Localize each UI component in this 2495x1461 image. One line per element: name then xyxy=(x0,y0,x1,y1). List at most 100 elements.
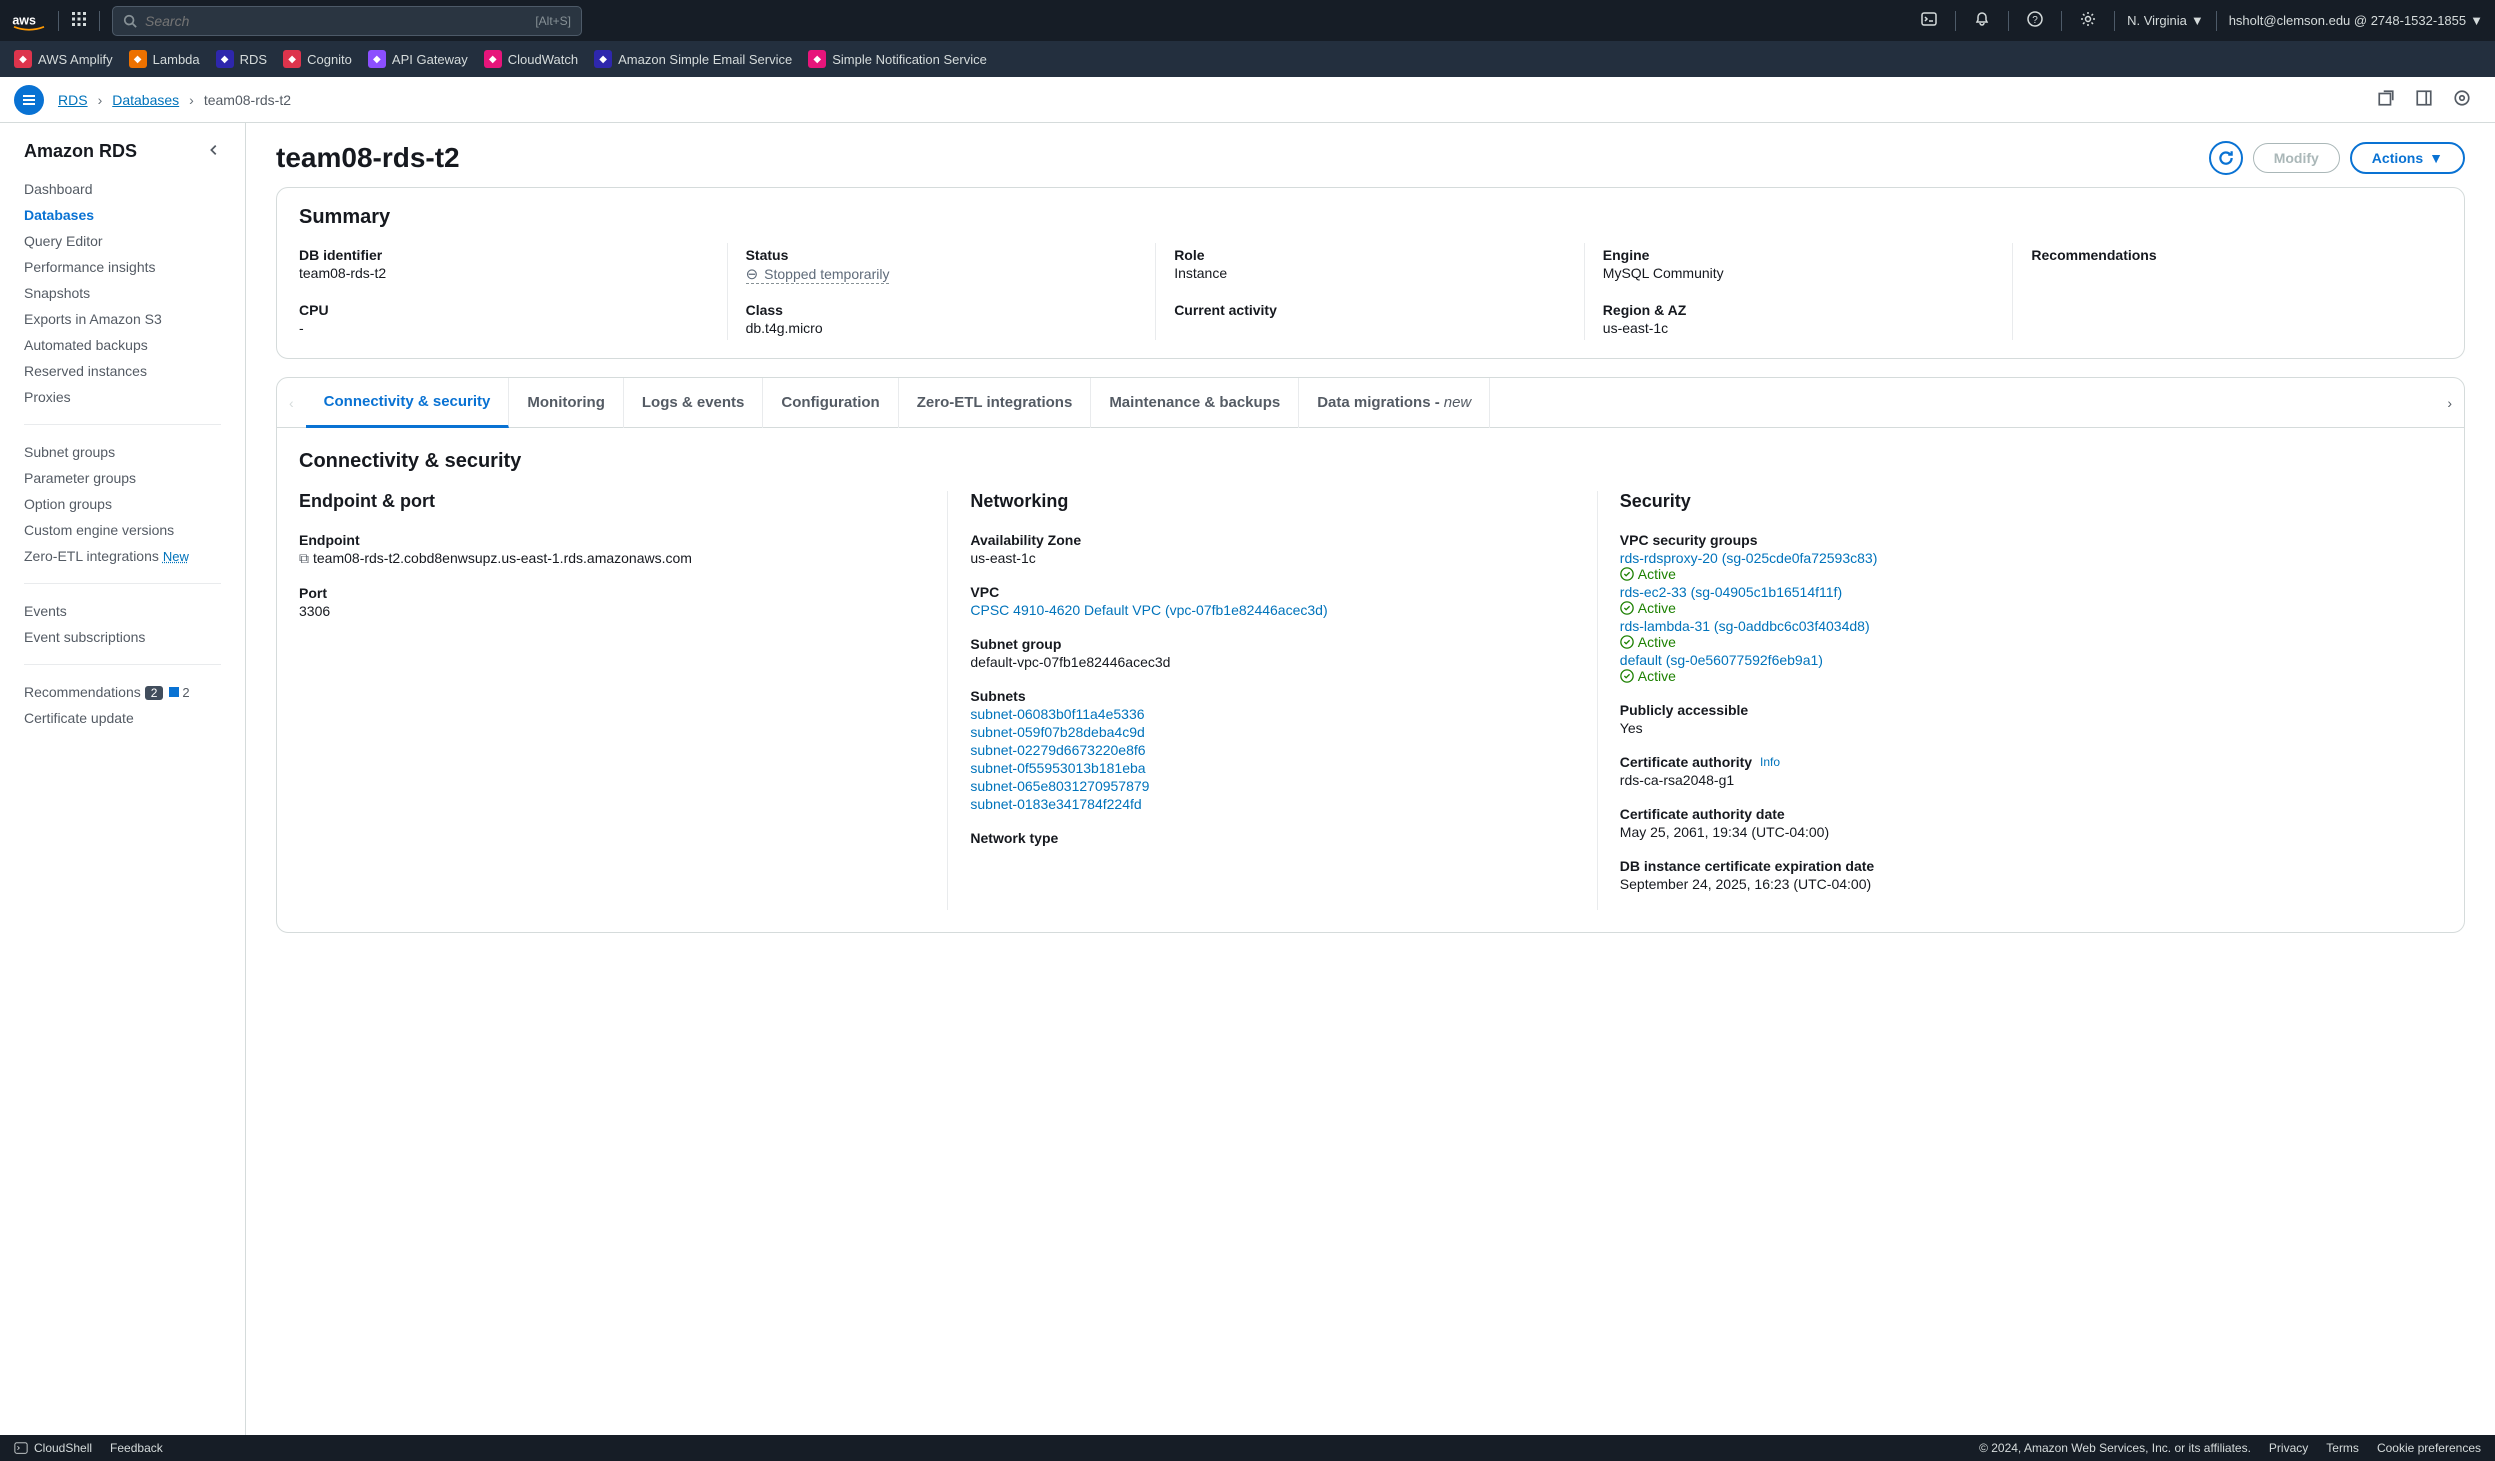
favorite-api-gateway[interactable]: ◆API Gateway xyxy=(368,50,468,68)
sidebar-item-proxies[interactable]: Proxies xyxy=(0,384,245,410)
summary-cell: DB identifierteam08-rds-t2 xyxy=(299,243,728,288)
breadcrumb-root[interactable]: RDS xyxy=(58,92,88,108)
network-type-label: Network type xyxy=(970,830,1574,846)
sidebar-item-certificate-update[interactable]: Certificate update xyxy=(0,705,245,731)
sidebar-item-zero-etl-integrations[interactable]: Zero-ETL integrationsNew xyxy=(0,543,245,569)
sidebar-collapse-icon[interactable] xyxy=(207,143,221,160)
sidebar: Amazon RDS DashboardDatabasesQuery Edito… xyxy=(0,123,246,1435)
sidebar-item-databases[interactable]: Databases xyxy=(0,202,245,228)
public-label: Publicly accessible xyxy=(1620,702,2442,718)
tab-scroll-right[interactable]: › xyxy=(2435,395,2464,411)
breadcrumb-parent[interactable]: Databases xyxy=(112,92,179,108)
sidebar-item-snapshots[interactable]: Snapshots xyxy=(0,280,245,306)
subnet-link[interactable]: subnet-0f55953013b181eba xyxy=(970,760,1574,776)
subnet-link[interactable]: subnet-059f07b28deba4c9d xyxy=(970,724,1574,740)
sidebar-item-custom-engine-versions[interactable]: Custom engine versions xyxy=(0,517,245,543)
tab-maintenance-backups[interactable]: Maintenance & backups xyxy=(1091,378,1299,428)
sidebar-item-dashboard[interactable]: Dashboard xyxy=(0,176,245,202)
breadcrumb-current: team08-rds-t2 xyxy=(204,92,291,108)
modify-button[interactable]: Modify xyxy=(2253,143,2340,173)
help-icon[interactable]: ? xyxy=(2021,5,2049,36)
vpc-sg-label: VPC security groups xyxy=(1620,532,2442,548)
actions-button[interactable]: Actions ▼ xyxy=(2350,142,2465,174)
main-content: team08-rds-t2 Modify Actions ▼ Summary D… xyxy=(246,123,2495,1435)
summary-cell: CPU- xyxy=(299,288,728,340)
summary-cell xyxy=(2013,288,2442,340)
footer: CloudShell Feedback © 2024, Amazon Web S… xyxy=(0,1435,2495,1461)
chevron-right-icon: › xyxy=(189,92,194,108)
copy-icon[interactable]: ⧉ xyxy=(299,550,309,566)
subnet-link[interactable]: subnet-065e8031270957879 xyxy=(970,778,1574,794)
preferences-icon[interactable] xyxy=(2443,83,2481,116)
sidebar-item-performance-insights[interactable]: Performance insights xyxy=(0,254,245,280)
panel-icon[interactable] xyxy=(2405,83,2443,116)
global-search[interactable]: [Alt+S] xyxy=(112,6,582,36)
sidebar-item-reserved-instances[interactable]: Reserved instances xyxy=(0,358,245,384)
tab-zero-etl-integrations[interactable]: Zero-ETL integrations xyxy=(899,378,1092,428)
az-label: Availability Zone xyxy=(970,532,1574,548)
favorite-cloudwatch[interactable]: ◆CloudWatch xyxy=(484,50,578,68)
sidebar-item-exports-in-amazon-s3[interactable]: Exports in Amazon S3 xyxy=(0,306,245,332)
subnet-link[interactable]: subnet-0183e341784f224fd xyxy=(970,796,1574,812)
settings-icon[interactable] xyxy=(2074,5,2102,36)
sidebar-item-recommendations[interactable]: Recommendations22 xyxy=(0,679,245,705)
service-icon: ◆ xyxy=(216,50,234,68)
tab-data-migrations-[interactable]: Data migrations - new xyxy=(1299,378,1490,428)
tabs-container: ‹ Connectivity & securityMonitoringLogs … xyxy=(276,377,2465,933)
side-nav-toggle[interactable] xyxy=(14,85,44,115)
feedback-link[interactable]: Feedback xyxy=(110,1441,163,1455)
services-grid-icon[interactable] xyxy=(71,11,87,30)
security-group-link[interactable]: rds-rdsproxy-20 (sg-025cde0fa72593c83) xyxy=(1620,550,1878,566)
favorite-rds[interactable]: ◆RDS xyxy=(216,50,267,68)
terms-link[interactable]: Terms xyxy=(2326,1441,2359,1455)
search-input[interactable] xyxy=(145,13,527,29)
favorite-simple-notification-service[interactable]: ◆Simple Notification Service xyxy=(808,50,987,68)
service-icon: ◆ xyxy=(484,50,502,68)
sidebar-item-parameter-groups[interactable]: Parameter groups xyxy=(0,465,245,491)
endpoint-port-title: Endpoint & port xyxy=(299,491,925,512)
status-badge: Stopped temporarily xyxy=(746,265,890,284)
vpc-link[interactable]: CPSC 4910-4620 Default VPC (vpc-07fb1e82… xyxy=(970,602,1327,618)
networking-title: Networking xyxy=(970,491,1574,512)
favorite-lambda[interactable]: ◆Lambda xyxy=(129,50,200,68)
sidebar-item-event-subscriptions[interactable]: Event subscriptions xyxy=(0,624,245,650)
cloudshell-icon[interactable] xyxy=(1915,5,1943,36)
subnet-group-value: default-vpc-07fb1e82446acec3d xyxy=(970,654,1574,670)
public-value: Yes xyxy=(1620,720,2442,736)
tab-configuration[interactable]: Configuration xyxy=(763,378,898,428)
aws-logo[interactable]: aws xyxy=(12,11,46,31)
security-group-link[interactable]: rds-ec2-33 (sg-04905c1b16514f11f) xyxy=(1620,584,1842,600)
subnet-link[interactable]: subnet-02279d6673220e8f6 xyxy=(970,742,1574,758)
tab-connectivity-security[interactable]: Connectivity & security xyxy=(306,378,510,428)
favorite-cognito[interactable]: ◆Cognito xyxy=(283,50,352,68)
summary-cell: Classdb.t4g.micro xyxy=(728,288,1157,340)
cookies-link[interactable]: Cookie preferences xyxy=(2377,1441,2481,1455)
favorite-amazon-simple-email-service[interactable]: ◆Amazon Simple Email Service xyxy=(594,50,792,68)
status-active: Active xyxy=(1620,566,2442,582)
section-title: Connectivity & security xyxy=(299,450,2442,473)
service-icon: ◆ xyxy=(594,50,612,68)
sidebar-item-query-editor[interactable]: Query Editor xyxy=(0,228,245,254)
account-menu[interactable]: hsholt@clemson.edu @ 2748-1532-1855 ▼ xyxy=(2229,13,2483,28)
endpoint-label: Endpoint xyxy=(299,532,925,548)
status-active: Active xyxy=(1620,600,2442,616)
notifications-icon[interactable] xyxy=(1968,5,1996,36)
favorite-aws-amplify[interactable]: ◆AWS Amplify xyxy=(14,50,113,68)
sidebar-item-subnet-groups[interactable]: Subnet groups xyxy=(0,439,245,465)
refresh-button[interactable] xyxy=(2209,141,2243,175)
chevron-right-icon: › xyxy=(98,92,103,108)
open-external-icon[interactable] xyxy=(2367,83,2405,116)
tab-logs-events[interactable]: Logs & events xyxy=(624,378,764,428)
top-nav: aws [Alt+S] ? N. Virginia ▼ hsholt@clems… xyxy=(0,0,2495,41)
sidebar-item-automated-backups[interactable]: Automated backups xyxy=(0,332,245,358)
subnet-link[interactable]: subnet-06083b0f11a4e5336 xyxy=(970,706,1574,722)
sidebar-item-events[interactable]: Events xyxy=(0,598,245,624)
info-link[interactable]: Info xyxy=(1760,755,1780,769)
privacy-link[interactable]: Privacy xyxy=(2269,1441,2308,1455)
tab-monitoring[interactable]: Monitoring xyxy=(509,378,623,428)
region-selector[interactable]: N. Virginia ▼ xyxy=(2127,13,2204,28)
security-group-link[interactable]: rds-lambda-31 (sg-0addbc6c03f4034d8) xyxy=(1620,618,1870,634)
cloudshell-button[interactable]: CloudShell xyxy=(14,1441,92,1455)
security-group-link[interactable]: default (sg-0e56077592f6eb9a1) xyxy=(1620,652,1823,668)
sidebar-item-option-groups[interactable]: Option groups xyxy=(0,491,245,517)
